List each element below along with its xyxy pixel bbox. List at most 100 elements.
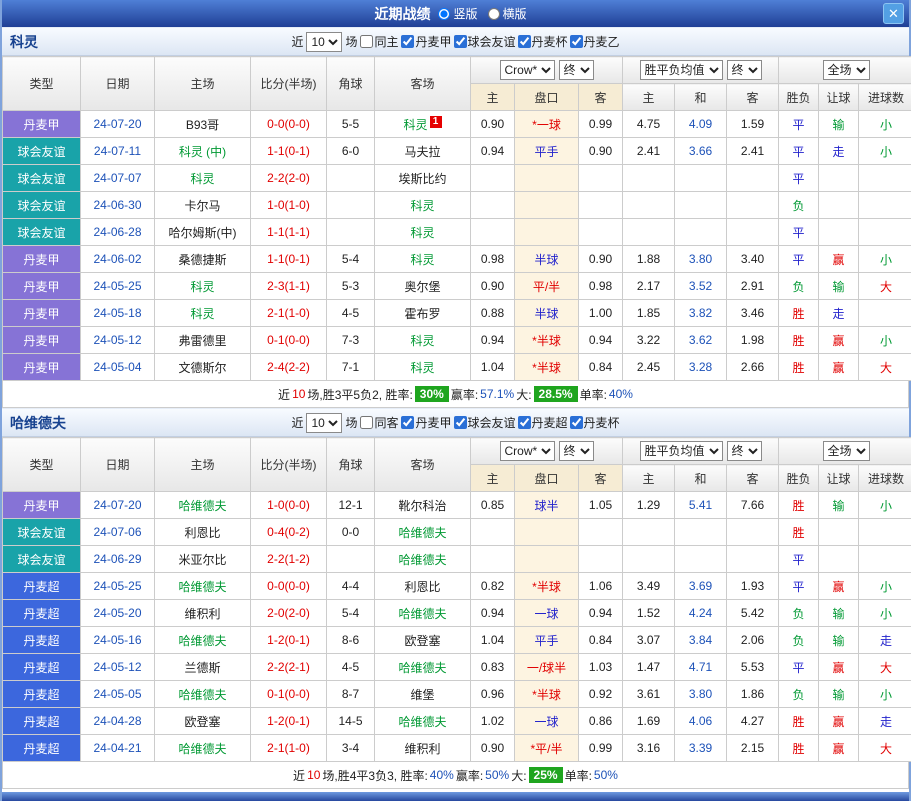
result-value: 平 [779,573,819,600]
col-ep-home: 主 [623,465,675,492]
match-score: 2-2(2-0) [251,165,327,192]
corner-count: 5-4 [327,600,375,627]
league-label: 球会友谊 [468,33,516,50]
corner-count [327,546,375,573]
close-icon[interactable]: ✕ [883,3,904,24]
europe-time-select[interactable]: 终 [727,60,762,80]
asia-time-select[interactable]: 终 [559,441,594,461]
layout-vertical-option[interactable]: 竖版 [438,5,477,22]
league-filter-2[interactable]: 丹麦杯 [518,33,568,50]
league-filter-3[interactable]: 丹麦乙 [570,33,620,50]
corner-count: 0-0 [327,519,375,546]
asia-away-odds [579,219,623,246]
europe-home-odds: 1.47 [623,654,675,681]
home-team: 卡尔马 [155,192,251,219]
europe-mean-select[interactable]: 胜平负均值 [640,60,723,80]
away-team: 欧登塞 [375,627,471,654]
goals-result-value [859,519,911,546]
league-checkbox[interactable] [518,35,531,48]
vertical-radio[interactable] [438,8,450,20]
asia-home-odds [471,219,515,246]
asia-home-odds: 0.94 [471,600,515,627]
same-home-checkbox[interactable] [360,35,373,48]
same-home-filter[interactable]: 同主 [360,33,398,50]
league-checkbox[interactable] [570,416,583,429]
europe-draw-odds: 3.80 [675,246,727,273]
scope-select[interactable]: 全场 [823,60,870,80]
asia-handicap-value: *一球 [515,111,579,138]
league-filter-0[interactable]: 丹麦甲 [401,33,451,50]
league-badge: 丹麦甲 [3,111,81,138]
league-checkbox[interactable] [401,35,414,48]
league-filter-3[interactable]: 丹麦杯 [570,414,620,431]
goals-result-value: 走 [859,708,911,735]
same-away-filter[interactable]: 同客 [360,414,398,431]
col-score: 比分(半场) [251,57,327,111]
match-score: 0-0(0-0) [251,111,327,138]
corner-count: 5-3 [327,273,375,300]
asia-home-odds: 0.96 [471,681,515,708]
summary-text: 大: [516,386,531,403]
asia-away-odds [579,519,623,546]
league-checkbox[interactable] [454,416,467,429]
match-row: 球会友谊 24-07-07 科灵 2-2(2-0) 埃斯比约 平 [3,165,911,192]
match-date: 24-06-30 [81,192,155,219]
same-away-checkbox[interactable] [360,416,373,429]
asia-handicap-value: *半球 [515,327,579,354]
league-badge: 丹麦超 [3,573,81,600]
europe-away-odds: 1.59 [727,111,779,138]
col-home: 主场 [155,438,251,492]
asia-company-select[interactable]: Crow* [500,441,555,461]
handicap-result-value: 输 [819,600,859,627]
home-team: 科灵 [155,165,251,192]
recent-results-window: 近期战绩 竖版 横版 ✕ 科灵 近 10 场 同主 丹麦甲球会 [0,0,911,801]
asia-away-odds: 0.86 [579,708,623,735]
europe-draw-odds: 4.09 [675,111,727,138]
league-checkbox[interactable] [570,35,583,48]
league-badge: 球会友谊 [3,519,81,546]
horizontal-radio[interactable] [488,8,500,20]
league-filter-2[interactable]: 丹麦超 [518,414,568,431]
summary-text: 赢率: [451,386,478,403]
away-team: 奥尔堡 [375,273,471,300]
match-score: 2-3(1-1) [251,273,327,300]
europe-mean-select[interactable]: 胜平负均值 [640,441,723,461]
col-away: 客场 [375,57,471,111]
layout-horizontal-option[interactable]: 横版 [488,5,527,22]
asia-home-odds [471,165,515,192]
asia-home-odds: 0.82 [471,573,515,600]
league-filter-0[interactable]: 丹麦甲 [401,414,451,431]
scope-group-header: 全场 [779,438,911,465]
home-team: 欧登塞 [155,708,251,735]
league-filter-1[interactable]: 球会友谊 [454,414,516,431]
scope-select[interactable]: 全场 [823,441,870,461]
league-checkbox[interactable] [454,35,467,48]
league-checkbox[interactable] [401,416,414,429]
league-badge: 球会友谊 [3,219,81,246]
goals-result-value: 小 [859,681,911,708]
result-value: 平 [779,165,819,192]
home-team: 哈维德夫 [155,681,251,708]
europe-draw-odds: 5.41 [675,492,727,519]
team-section-keling: 科灵 近 10 场 同主 丹麦甲球会友谊丹麦杯丹麦乙 [2,27,909,408]
match-date: 24-06-28 [81,219,155,246]
asia-time-select[interactable]: 终 [559,60,594,80]
league-badge: 丹麦超 [3,654,81,681]
match-row: 球会友谊 24-07-11 科灵 (中) 1-1(0-1) 6-0 马夫拉 0.… [3,138,911,165]
league-checkbox[interactable] [518,416,531,429]
league-filter-1[interactable]: 球会友谊 [454,33,516,50]
same-away-label: 同客 [374,414,398,431]
league-badge: 丹麦甲 [3,246,81,273]
match-count-select[interactable]: 10 [306,32,342,52]
summary-text: 40% [609,387,633,401]
match-row: 丹麦超 24-05-16 哈维德夫 1-2(0-1) 8-6 欧登塞 1.04 … [3,627,911,654]
goals-result-value: 大 [859,354,911,381]
match-count-select[interactable]: 10 [306,413,342,433]
home-team: 哈维德夫 [155,735,251,762]
col-ep-away: 客 [727,84,779,111]
match-row: 丹麦超 24-05-25 哈维德夫 0-0(0-0) 4-4 利恩比 0.82 … [3,573,911,600]
col-date: 日期 [81,438,155,492]
europe-time-select[interactable]: 终 [727,441,762,461]
asia-company-select[interactable]: Crow* [500,60,555,80]
away-team: 马夫拉 [375,138,471,165]
